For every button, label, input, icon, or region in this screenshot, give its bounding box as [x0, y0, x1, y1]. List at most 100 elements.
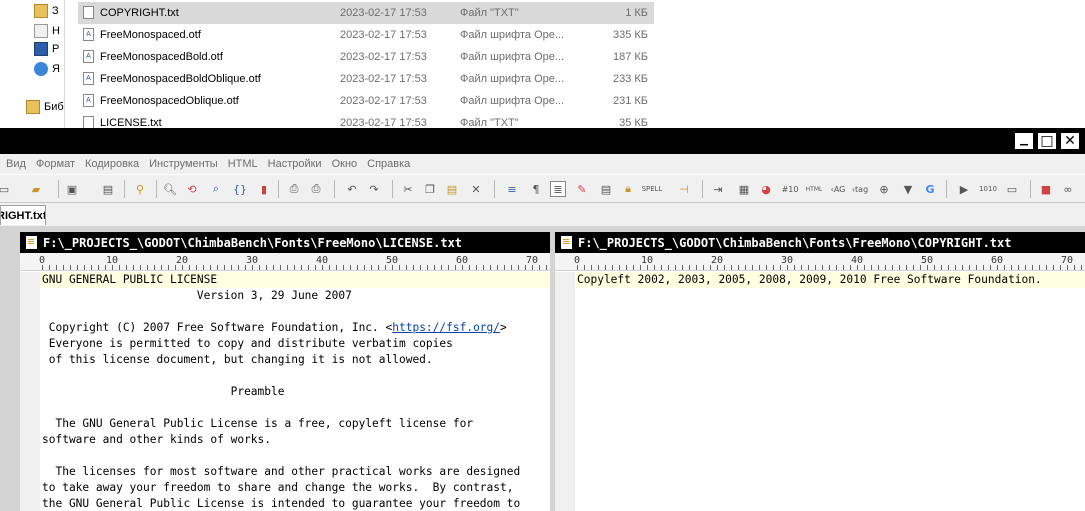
text-line: GNU GENERAL PUBLIC LICENSE — [40, 272, 550, 288]
file-list: COPYRIGHT.txt 2023-02-17 17:53 Файл "TXT… — [78, 2, 654, 128]
binary-icon[interactable]: 1010 — [979, 181, 997, 197]
text-area[interactable]: Copyleft 2002, 2003, 2005, 2008, 2009, 2… — [575, 272, 1085, 511]
color-picker-icon[interactable]: ◕ — [758, 181, 774, 197]
bookmark-icon[interactable]: ▮ — [256, 181, 272, 197]
file-explorer: З Н Р Я Биб COPYRIGHT.txt 2023-02-17 17:… — [0, 0, 1085, 128]
file-date: 2023-02-17 17:53 — [340, 29, 427, 41]
gutter — [20, 272, 40, 511]
file-row[interactable]: LICENSE.txt 2023-02-17 17:53 Файл "TXT" … — [78, 112, 654, 128]
google-icon[interactable]: G — [922, 181, 938, 197]
window-titlebar: ▁ □ ✕ — [0, 128, 1085, 154]
stop-icon[interactable]: ■ — [1038, 181, 1054, 197]
delete-icon[interactable]: ✕ — [468, 181, 484, 197]
menu-format[interactable]: Формат — [36, 158, 75, 170]
columns-icon[interactable]: ▤ — [598, 181, 614, 197]
file-type: Файл шрифта Ope... — [460, 73, 565, 85]
tree-icon[interactable]: ⚲ — [132, 181, 148, 197]
tag-list-icon[interactable]: ‹tag — [852, 181, 868, 197]
minimize-icon: ▁ — [1020, 135, 1028, 146]
text-line: to take away your freedom to share and c… — [42, 481, 514, 494]
menu-encoding[interactable]: Кодировка — [85, 158, 139, 170]
folder-user-icon — [34, 4, 48, 18]
paste-icon[interactable]: ▤ — [444, 181, 460, 197]
tag-icon[interactable]: ‹AG — [830, 181, 846, 197]
html-to-text-icon[interactable]: HTML — [806, 181, 823, 197]
text-area[interactable]: GNU GENERAL PUBLIC LICENSE Version 3, 29… — [40, 272, 550, 511]
pilcrow-icon[interactable]: ¶ — [528, 181, 544, 197]
file-row[interactable]: A FreeMonospacedBoldOblique.otf 2023-02-… — [78, 68, 654, 90]
nav-item-cloud[interactable]: Я — [34, 61, 60, 77]
toolbar-separator — [334, 180, 335, 198]
library-icon — [26, 100, 40, 114]
indent-icon[interactable]: ⇥ — [710, 181, 726, 197]
nav-item-label: Я — [52, 63, 60, 75]
number-icon[interactable]: #10 — [782, 181, 799, 197]
toolbar-separator — [156, 180, 157, 198]
file-row[interactable]: A FreeMonospacedOblique.otf 2023-02-17 1… — [78, 90, 654, 112]
tab-copyright[interactable]: RIGHT.txt — [0, 205, 46, 225]
nav-item-desktop[interactable]: Р — [34, 41, 59, 57]
gutter — [555, 272, 575, 511]
file-date: 2023-02-17 17:53 — [340, 95, 427, 107]
editor-pane-right[interactable]: F:\_PROJECTS_\GODOT\ChimbaBench\Fonts\Fr… — [555, 232, 1085, 511]
print-icon[interactable]: ⎙ — [308, 181, 324, 197]
file-row[interactable]: COPYRIGHT.txt 2023-02-17 17:53 Файл "TXT… — [78, 2, 654, 24]
glasses-icon[interactable]: ∞ — [1060, 181, 1076, 197]
find-in-files-icon[interactable]: ⌕ — [208, 181, 224, 197]
editor-pane-left[interactable]: F:\_PROJECTS_\GODOT\ChimbaBench\Fonts\Fr… — [20, 232, 550, 511]
text-line: the GNU General Public License is intend… — [42, 497, 521, 510]
nav-item-label: Р — [52, 43, 60, 55]
cut-icon[interactable]: ✂ — [400, 181, 416, 197]
sort-icon[interactable]: ≡ — [504, 181, 520, 197]
close-icon: ✕ — [1064, 133, 1076, 149]
tab-label: RIGHT.txt — [0, 209, 46, 222]
menu-help[interactable]: Справка — [367, 158, 410, 170]
pin-icon[interactable]: ⊣ — [676, 181, 692, 197]
menu-settings[interactable]: Настройки — [268, 158, 322, 170]
copy-icon[interactable]: ❐ — [422, 181, 438, 197]
undo-icon[interactable]: ↶ — [344, 181, 360, 197]
new-file-icon[interactable]: ▭ — [0, 181, 12, 197]
close-button[interactable]: ✕ — [1060, 132, 1080, 150]
brackets-icon[interactable]: {} — [232, 181, 248, 197]
fsf-link[interactable]: https://fsf.org/ — [392, 321, 500, 334]
file-name: LICENSE.txt — [100, 117, 162, 128]
spellcheck-icon[interactable]: ✎ — [574, 181, 590, 197]
toolbar-separator — [1030, 180, 1031, 198]
save-all-icon[interactable]: ▤ — [100, 181, 116, 197]
document-icon — [26, 236, 37, 249]
open-folder-icon[interactable]: ▰ — [28, 181, 44, 197]
menu-view[interactable]: Вид — [6, 158, 26, 170]
browser-icon[interactable]: ⊕ — [876, 181, 892, 197]
nav-item-libraries[interactable]: Биб — [26, 99, 64, 115]
nav-item-label: Биб — [44, 101, 64, 113]
console-icon[interactable]: ▭ — [1004, 181, 1020, 197]
replace-icon[interactable]: ⟲ — [184, 181, 200, 197]
font-file-icon: A — [83, 94, 94, 107]
text-line: Version 3, 29 June 2007 — [42, 289, 352, 302]
word-wrap-icon[interactable]: ≣ — [550, 181, 566, 197]
file-type: Файл шрифта Ope... — [460, 51, 565, 63]
nav-item-user-folder[interactable]: З — [34, 3, 59, 19]
menu-window[interactable]: Окно — [332, 158, 358, 170]
table-icon[interactable]: ▦ — [736, 181, 752, 197]
minimize-button[interactable]: ▁ — [1014, 132, 1034, 150]
menu-html[interactable]: HTML — [228, 158, 258, 170]
filter-icon[interactable]: ▼ — [900, 181, 916, 197]
text-line: The GNU General Public License is a free… — [42, 417, 474, 430]
ruler-ticks — [42, 265, 550, 270]
spell-icon[interactable]: SPELL — [642, 181, 663, 197]
run-icon[interactable]: ▶ — [956, 181, 972, 197]
column-ruler: 0 10 20 30 40 50 60 70 — [20, 253, 550, 271]
nav-item-folder[interactable]: Н — [34, 23, 60, 39]
find-icon[interactable]: 🔍︎ — [162, 181, 178, 197]
save-icon[interactable]: ▣ — [64, 181, 80, 197]
menu-bar: Вид Формат Кодировка Инструменты HTML На… — [0, 154, 1085, 174]
file-row[interactable]: A FreeMonospacedBold.otf 2023-02-17 17:5… — [78, 46, 654, 68]
menu-tools[interactable]: Инструменты — [149, 158, 218, 170]
maximize-button[interactable]: □ — [1037, 132, 1057, 150]
lock-icon[interactable]: 🔒︎ — [620, 181, 636, 197]
print-preview-icon[interactable]: ⎙ — [286, 181, 302, 197]
redo-icon[interactable]: ↷ — [366, 181, 382, 197]
file-row[interactable]: A FreeMonospaced.otf 2023-02-17 17:53 Фа… — [78, 24, 654, 46]
